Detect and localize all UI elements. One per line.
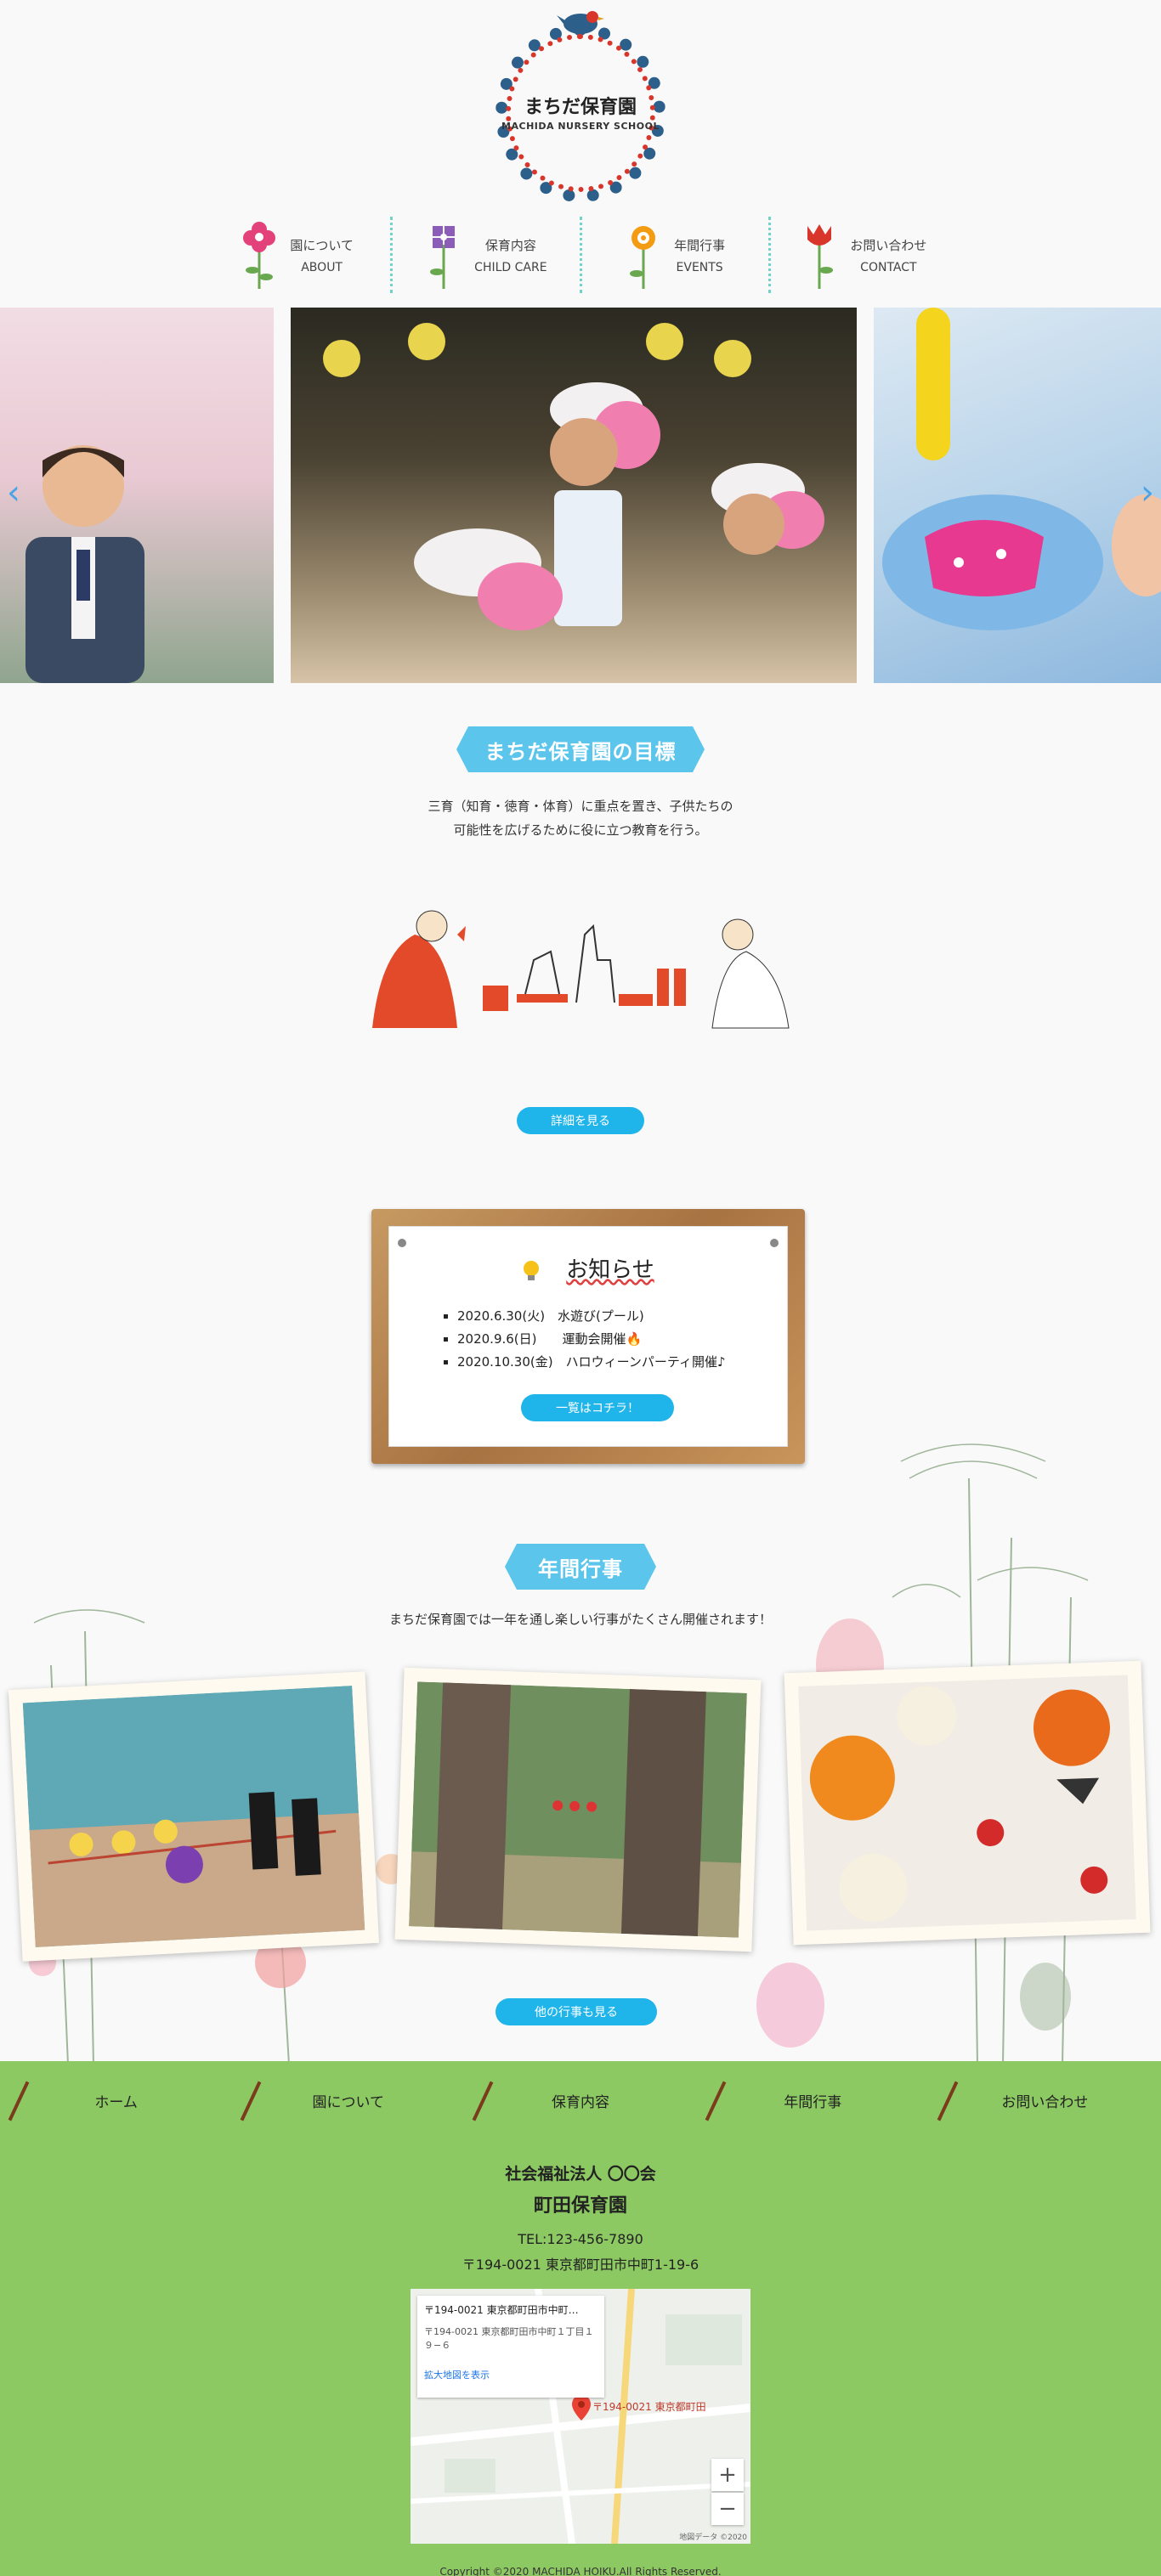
footer-nav-home[interactable]: ホーム [0, 2061, 232, 2139]
map-pin-icon[interactable] [572, 2395, 591, 2421]
tulip-icon [807, 224, 834, 289]
google-map[interactable]: 〒194-0021 東京都町田 〒194-0021 東京都町田市中町… 〒194… [411, 2289, 750, 2544]
site-logo[interactable]: まちだ保育園 MACHIDA NURSERY SCHOOL [487, 7, 674, 211]
orange-flower-icon [630, 226, 656, 289]
footer: ホーム 園について 保育内容 年間行事 お問い合わせ 社会福祉法人 〇〇会 町田… [0, 2061, 1161, 2576]
children-playing-illustration [372, 910, 790, 1029]
news-item[interactable]: 2020.9.6(日) 運動会開催🔥 [457, 1328, 726, 1351]
global-nav: 園について ABOUT 保育内容 CHILD CARE 年間行事 EVENTS [204, 217, 957, 293]
news-item[interactable]: 2020.6.30(火) 水遊び(プール) [457, 1305, 726, 1328]
map-attribution: 地図データ ©2020 [679, 2534, 747, 2542]
nav-about-jp: 園について [290, 237, 354, 253]
hero-slider: ‹ › [0, 308, 1161, 683]
map-info-card: 〒194-0021 東京都町田市中町… 〒194-0021 東京都町田市中町１丁… [417, 2296, 604, 2398]
nav-child-care-en: CHILD CARE [474, 260, 547, 274]
nav-item-events[interactable]: 年間行事 EVENTS [582, 217, 771, 293]
nav-item-about[interactable]: 園について ABOUT [204, 217, 394, 293]
phone-number: TEL:123-456-7890 [518, 2231, 643, 2247]
footer-nav-contact[interactable]: お問い合わせ [929, 2061, 1161, 2139]
goal-section-title: まちだ保育園の目標 [456, 726, 705, 772]
nav-about-en: ABOUT [301, 260, 343, 274]
sports-day-illustration [22, 1686, 365, 1947]
map-enlarge-link[interactable]: 拡大地図を表示 [424, 2368, 597, 2381]
map-card-address: 〒194-0021 東京都町田市中町１丁目１９−６ [424, 2326, 594, 2351]
slide-photo-kids-hats [291, 308, 857, 683]
map-zoom-in-button[interactable]: + [711, 2459, 744, 2491]
pin-right-icon [770, 1239, 779, 1247]
more-events-button[interactable]: 他の行事も見る [496, 1998, 657, 2025]
postal-address: 〒194-0021 東京都町田市中町1-19-6 [462, 2257, 699, 2273]
nav-events-en: EVENTS [676, 260, 723, 274]
boy-illustration [25, 445, 144, 683]
nav-contact-en: CONTACT [860, 260, 917, 274]
goal-detail-button[interactable]: 詳細を見る [517, 1107, 644, 1134]
corporation-name: 社会福祉法人 〇〇会 [505, 2165, 656, 2183]
pink-flower-icon [243, 222, 276, 289]
logo-subtitle: MACHIDA NURSERY SCHOOL [501, 121, 660, 132]
map-pin-label: 〒194-0021 東京都町田 [592, 2401, 706, 2413]
halloween-illustration [798, 1675, 1136, 1931]
map-card-title: 〒194-0021 東京都町田市中町… [424, 2304, 579, 2316]
event-photo-sports-day[interactable] [8, 1671, 380, 1962]
logo-title: まちだ保育園 [524, 97, 637, 118]
pin-left-icon [398, 1239, 406, 1247]
slide-photo-boy-cherry-blossom [0, 308, 274, 683]
bird-icon [557, 11, 604, 34]
nav-item-contact[interactable]: お問い合わせ CONTACT [771, 217, 957, 293]
footer-nav-about[interactable]: 園について [232, 2061, 464, 2139]
events-description: まちだ保育園では一年を通し楽しい行事がたくさん開催されます！ [388, 1612, 772, 1627]
event-photo-excursion[interactable] [394, 1667, 762, 1952]
goal-line-1: 三育（知育・徳育・体育）に重点を置き、子供たちの [428, 799, 733, 814]
news-item[interactable]: 2020.10.30(金) ハロウィーンパーティ開催♪ [457, 1351, 726, 1374]
kids-illustration [323, 323, 824, 630]
goal-line-2: 可能性を広げるために役に立つ教育を行う。 [453, 822, 708, 838]
pool-illustration [882, 308, 1161, 630]
lightbulb-icon [524, 1260, 540, 1280]
news-title-row: お知らせ [389, 1252, 787, 1284]
event-photo-halloween[interactable] [784, 1660, 1151, 1946]
slider-prev-arrow[interactable]: ‹ [7, 473, 20, 512]
copyright: Copyright ©2020 MACHIDA HOIKU.All Rights… [439, 2566, 722, 2576]
nav-events-jp: 年間行事 [674, 237, 726, 253]
nav-item-child-care[interactable]: 保育内容 CHILD CARE [393, 217, 582, 293]
nav-contact-jp: お問い合わせ [850, 237, 927, 253]
footer-nav-events[interactable]: 年間行事 [697, 2061, 929, 2139]
goal-description: 三育（知育・徳育・体育）に重点を置き、子供たちの 可能性を広げるために役に立つ教… [283, 794, 878, 842]
map-zoom-out-button[interactable]: − [711, 2493, 744, 2525]
footer-nav-child-care[interactable]: 保育内容 [464, 2061, 696, 2139]
footer-nav: ホーム 園について 保育内容 年間行事 お問い合わせ [0, 2061, 1161, 2139]
forest-illustration [409, 1681, 747, 1938]
events-section-title: 年間行事 [505, 1544, 656, 1590]
news-list: 2020.6.30(火) 水遊び(プール) 2020.9.6(日) 運動会開催🔥… [457, 1305, 726, 1374]
school-name: 町田保育園 [533, 2195, 627, 2217]
purple-flower-icon [430, 226, 456, 289]
slider-next-arrow[interactable]: › [1141, 473, 1154, 512]
nav-child-care-jp: 保育内容 [484, 237, 536, 253]
slide-photo-pool [874, 308, 1161, 683]
news-title: お知らせ [566, 1257, 654, 1283]
